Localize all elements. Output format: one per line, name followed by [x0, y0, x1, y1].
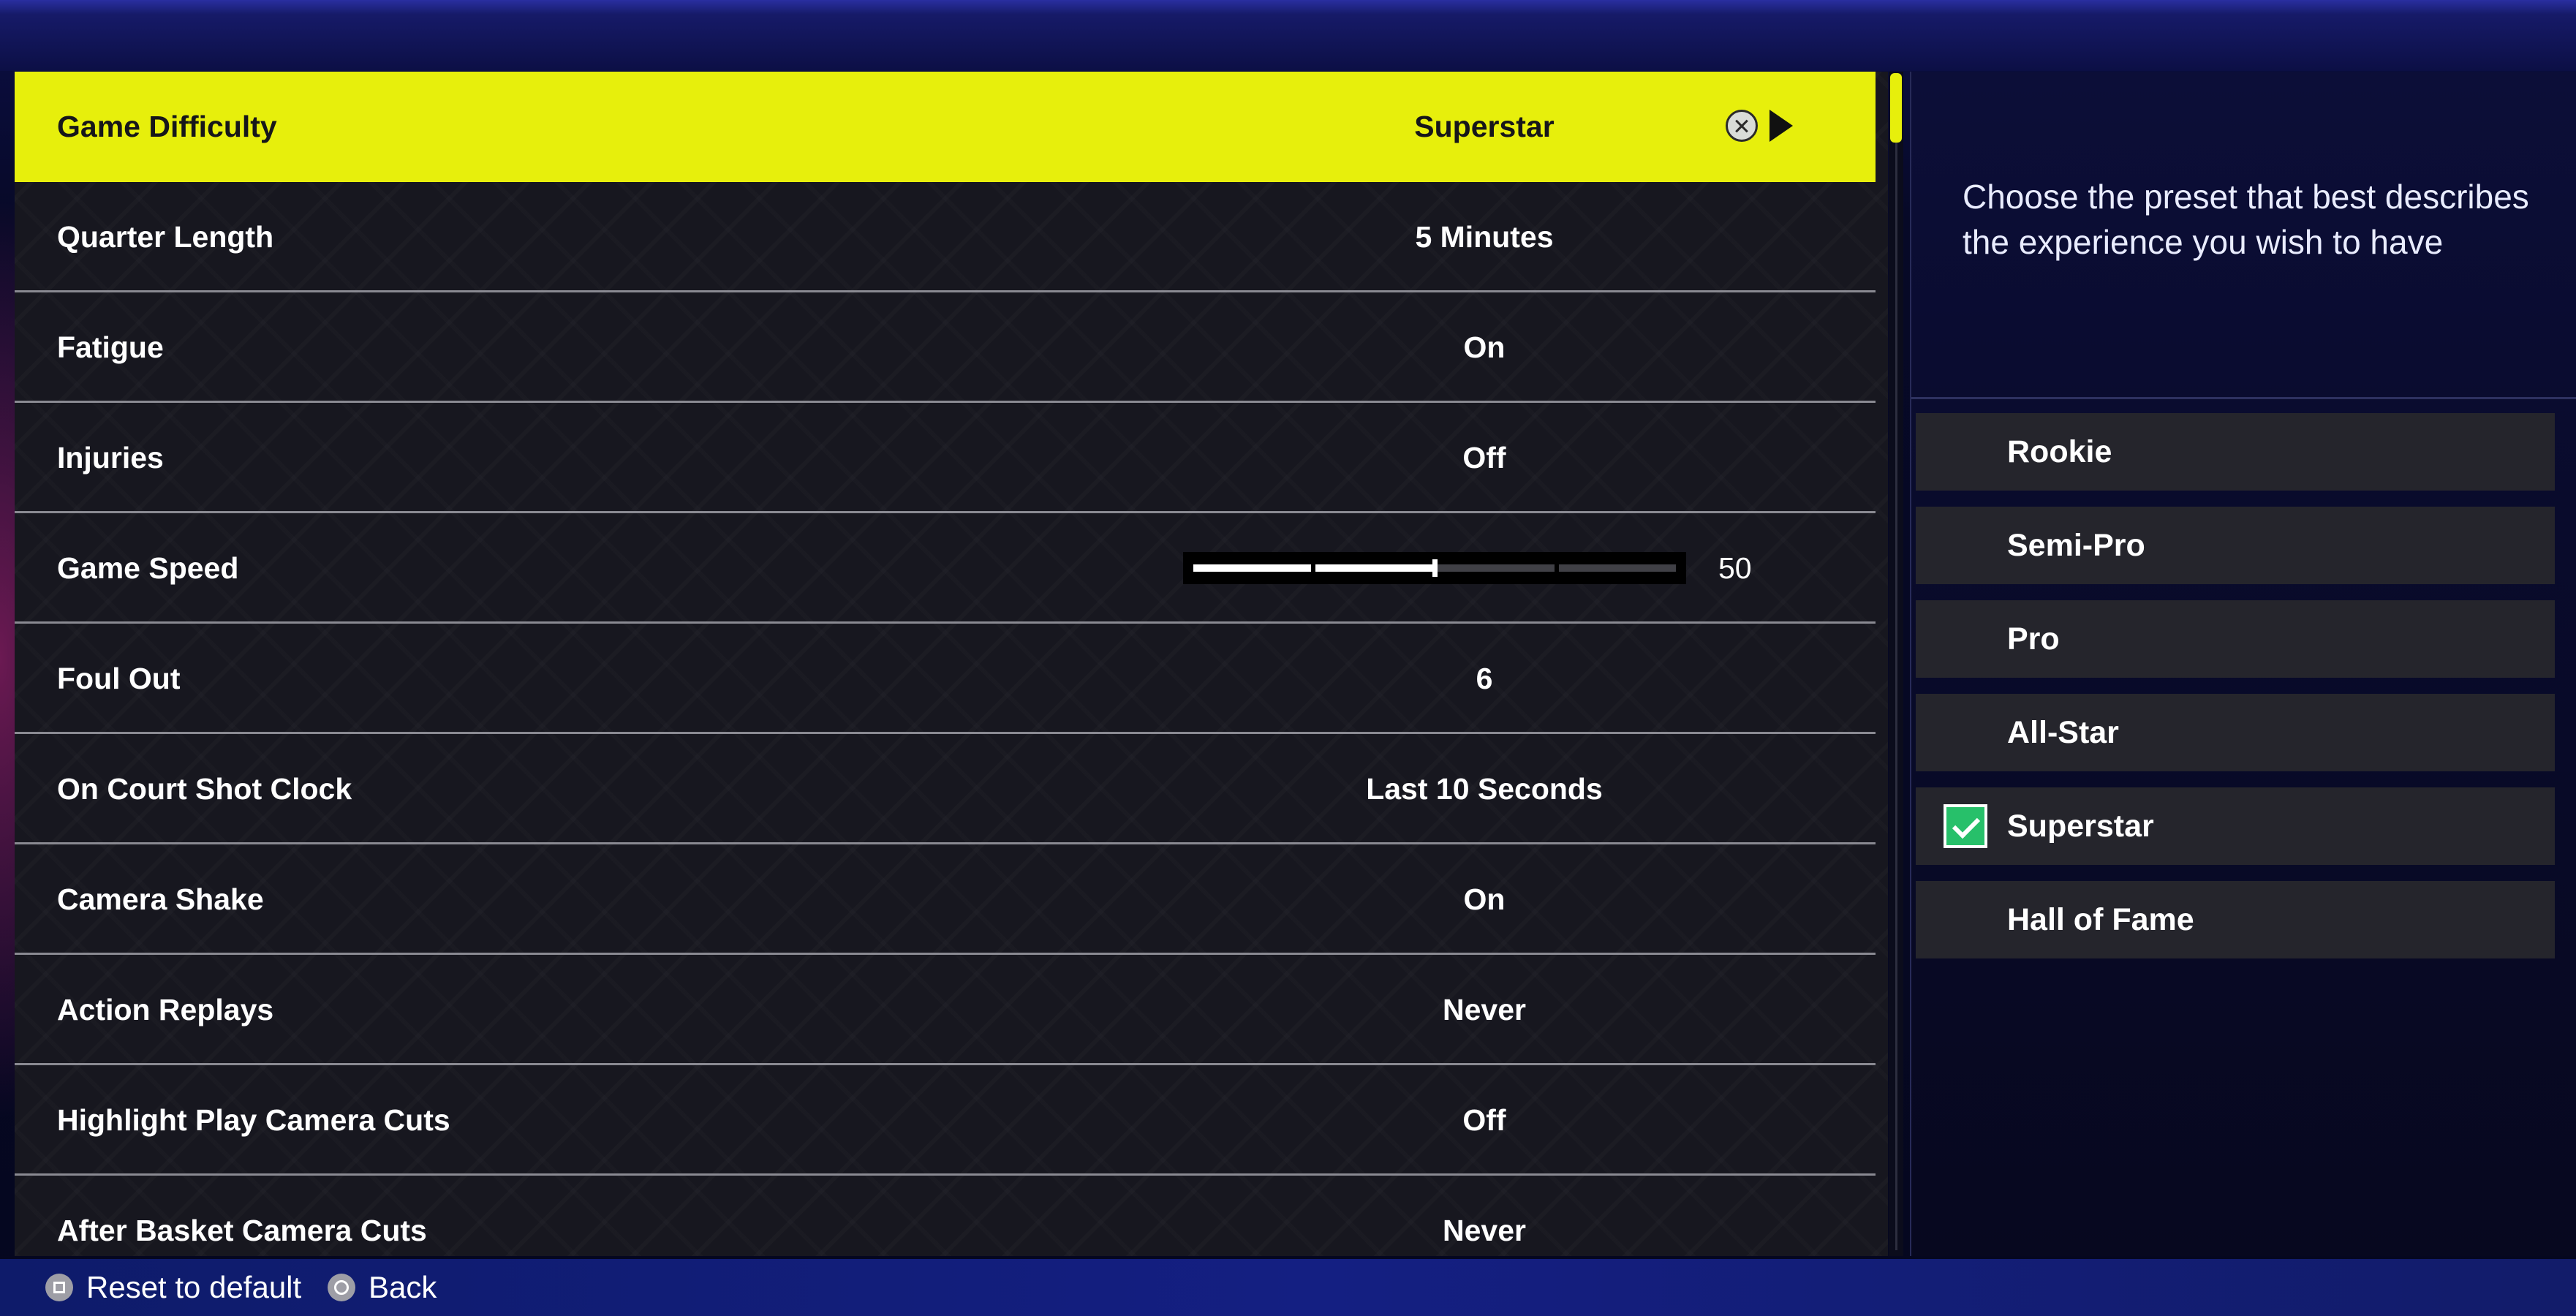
preset-item-hall-of-fame[interactable]: Hall of Fame [1916, 881, 2555, 958]
setting-label: Fatigue [57, 330, 164, 364]
setting-label: Highlight Play Camera Cuts [57, 1103, 450, 1137]
setting-row-after-basket-camera-cuts[interactable]: After Basket Camera Cuts Never [15, 1176, 1876, 1256]
setting-value: Never [1443, 993, 1526, 1026]
setting-row-action-replays[interactable]: Action Replays Never [15, 955, 1876, 1065]
setting-value: Superstar [1414, 110, 1555, 143]
setting-value: Never [1443, 1214, 1526, 1247]
checkmark-icon [1944, 804, 1987, 848]
play-arrow-icon[interactable] [1769, 110, 1793, 142]
preset-label: All-Star [2007, 715, 2119, 750]
slider-segment [1193, 564, 1311, 572]
setting-value: 6 [1476, 662, 1493, 695]
setting-row-injuries[interactable]: Injuries Off [15, 403, 1876, 513]
square-button-icon [45, 1273, 73, 1301]
setting-row-camera-shake[interactable]: Camera Shake On [15, 844, 1876, 955]
preset-label: Pro [2007, 621, 2060, 657]
setting-label: Camera Shake [57, 882, 264, 916]
setting-value: 5 Minutes [1415, 220, 1554, 254]
preset-label: Semi-Pro [2007, 528, 2145, 563]
preset-item-all-star[interactable]: All-Star [1916, 694, 2555, 771]
slider-segment [1315, 564, 1432, 572]
setting-label: Foul Out [57, 662, 181, 695]
setting-row-foul-out[interactable]: Foul Out 6 [15, 624, 1876, 734]
preset-item-superstar[interactable]: Superstar [1916, 787, 2555, 865]
setting-value: On [1463, 882, 1506, 916]
setting-row-on-court-shot-clock[interactable]: On Court Shot Clock Last 10 Seconds [15, 734, 1876, 844]
scrollbar-thumb[interactable] [1890, 73, 1902, 143]
setting-label: On Court Shot Clock [57, 772, 352, 806]
x-circle-icon[interactable] [1726, 110, 1758, 142]
row-icons [1726, 108, 1813, 146]
setting-label: Injuries [57, 441, 164, 474]
slider-segment [1558, 564, 1676, 572]
game-speed-value: 50 [1718, 551, 1752, 585]
preset-description: Choose the preset that best describes th… [1963, 178, 2529, 261]
game-settings-screen: Game Difficulty Superstar Quarter Length… [0, 0, 2576, 1316]
back-button[interactable]: Back [328, 1259, 437, 1316]
slider-handle[interactable] [1432, 559, 1438, 577]
setting-row-highlight-play-camera-cuts[interactable]: Highlight Play Camera Cuts Off [15, 1065, 1876, 1176]
setting-label: Game Speed [57, 551, 239, 585]
scrollbar-rail [1895, 143, 1897, 1250]
setting-row-game-speed[interactable]: Game Speed 50 [15, 513, 1876, 624]
setting-label: After Basket Camera Cuts [57, 1214, 427, 1247]
setting-label: Game Difficulty [57, 110, 277, 143]
preset-label: Hall of Fame [2007, 902, 2194, 937]
preset-panel: Choose the preset that best describes th… [1910, 72, 2576, 1256]
preset-label: Rookie [2007, 434, 2112, 469]
setting-value: On [1463, 330, 1506, 364]
settings-list: Game Difficulty Superstar Quarter Length… [15, 72, 1888, 1256]
preset-item-rookie[interactable]: Rookie [1916, 413, 2555, 491]
setting-label: Quarter Length [57, 220, 274, 254]
preset-item-semi-pro[interactable]: Semi-Pro [1916, 507, 2555, 584]
setting-row-quarter-length[interactable]: Quarter Length 5 Minutes [15, 182, 1876, 292]
footer-bar: Reset to default Back [0, 1259, 2576, 1316]
preset-label: Superstar [2007, 809, 2154, 844]
setting-value: Off [1462, 1103, 1506, 1137]
game-speed-slider[interactable] [1183, 552, 1686, 584]
slider-segment [1437, 564, 1555, 572]
back-label: Back [369, 1270, 437, 1304]
setting-label: Action Replays [57, 993, 274, 1026]
setting-value: Off [1462, 441, 1506, 474]
reset-label: Reset to default [86, 1270, 302, 1304]
circle-button-icon [328, 1273, 355, 1301]
setting-row-fatigue[interactable]: Fatigue On [15, 292, 1876, 403]
setting-value: Last 10 Seconds [1366, 772, 1603, 806]
top-bar [0, 0, 2576, 71]
preset-item-pro[interactable]: Pro [1916, 600, 2555, 678]
divider [1911, 397, 2576, 399]
setting-row-game-difficulty[interactable]: Game Difficulty Superstar [15, 72, 1876, 182]
reset-to-default-button[interactable]: Reset to default [45, 1259, 301, 1316]
